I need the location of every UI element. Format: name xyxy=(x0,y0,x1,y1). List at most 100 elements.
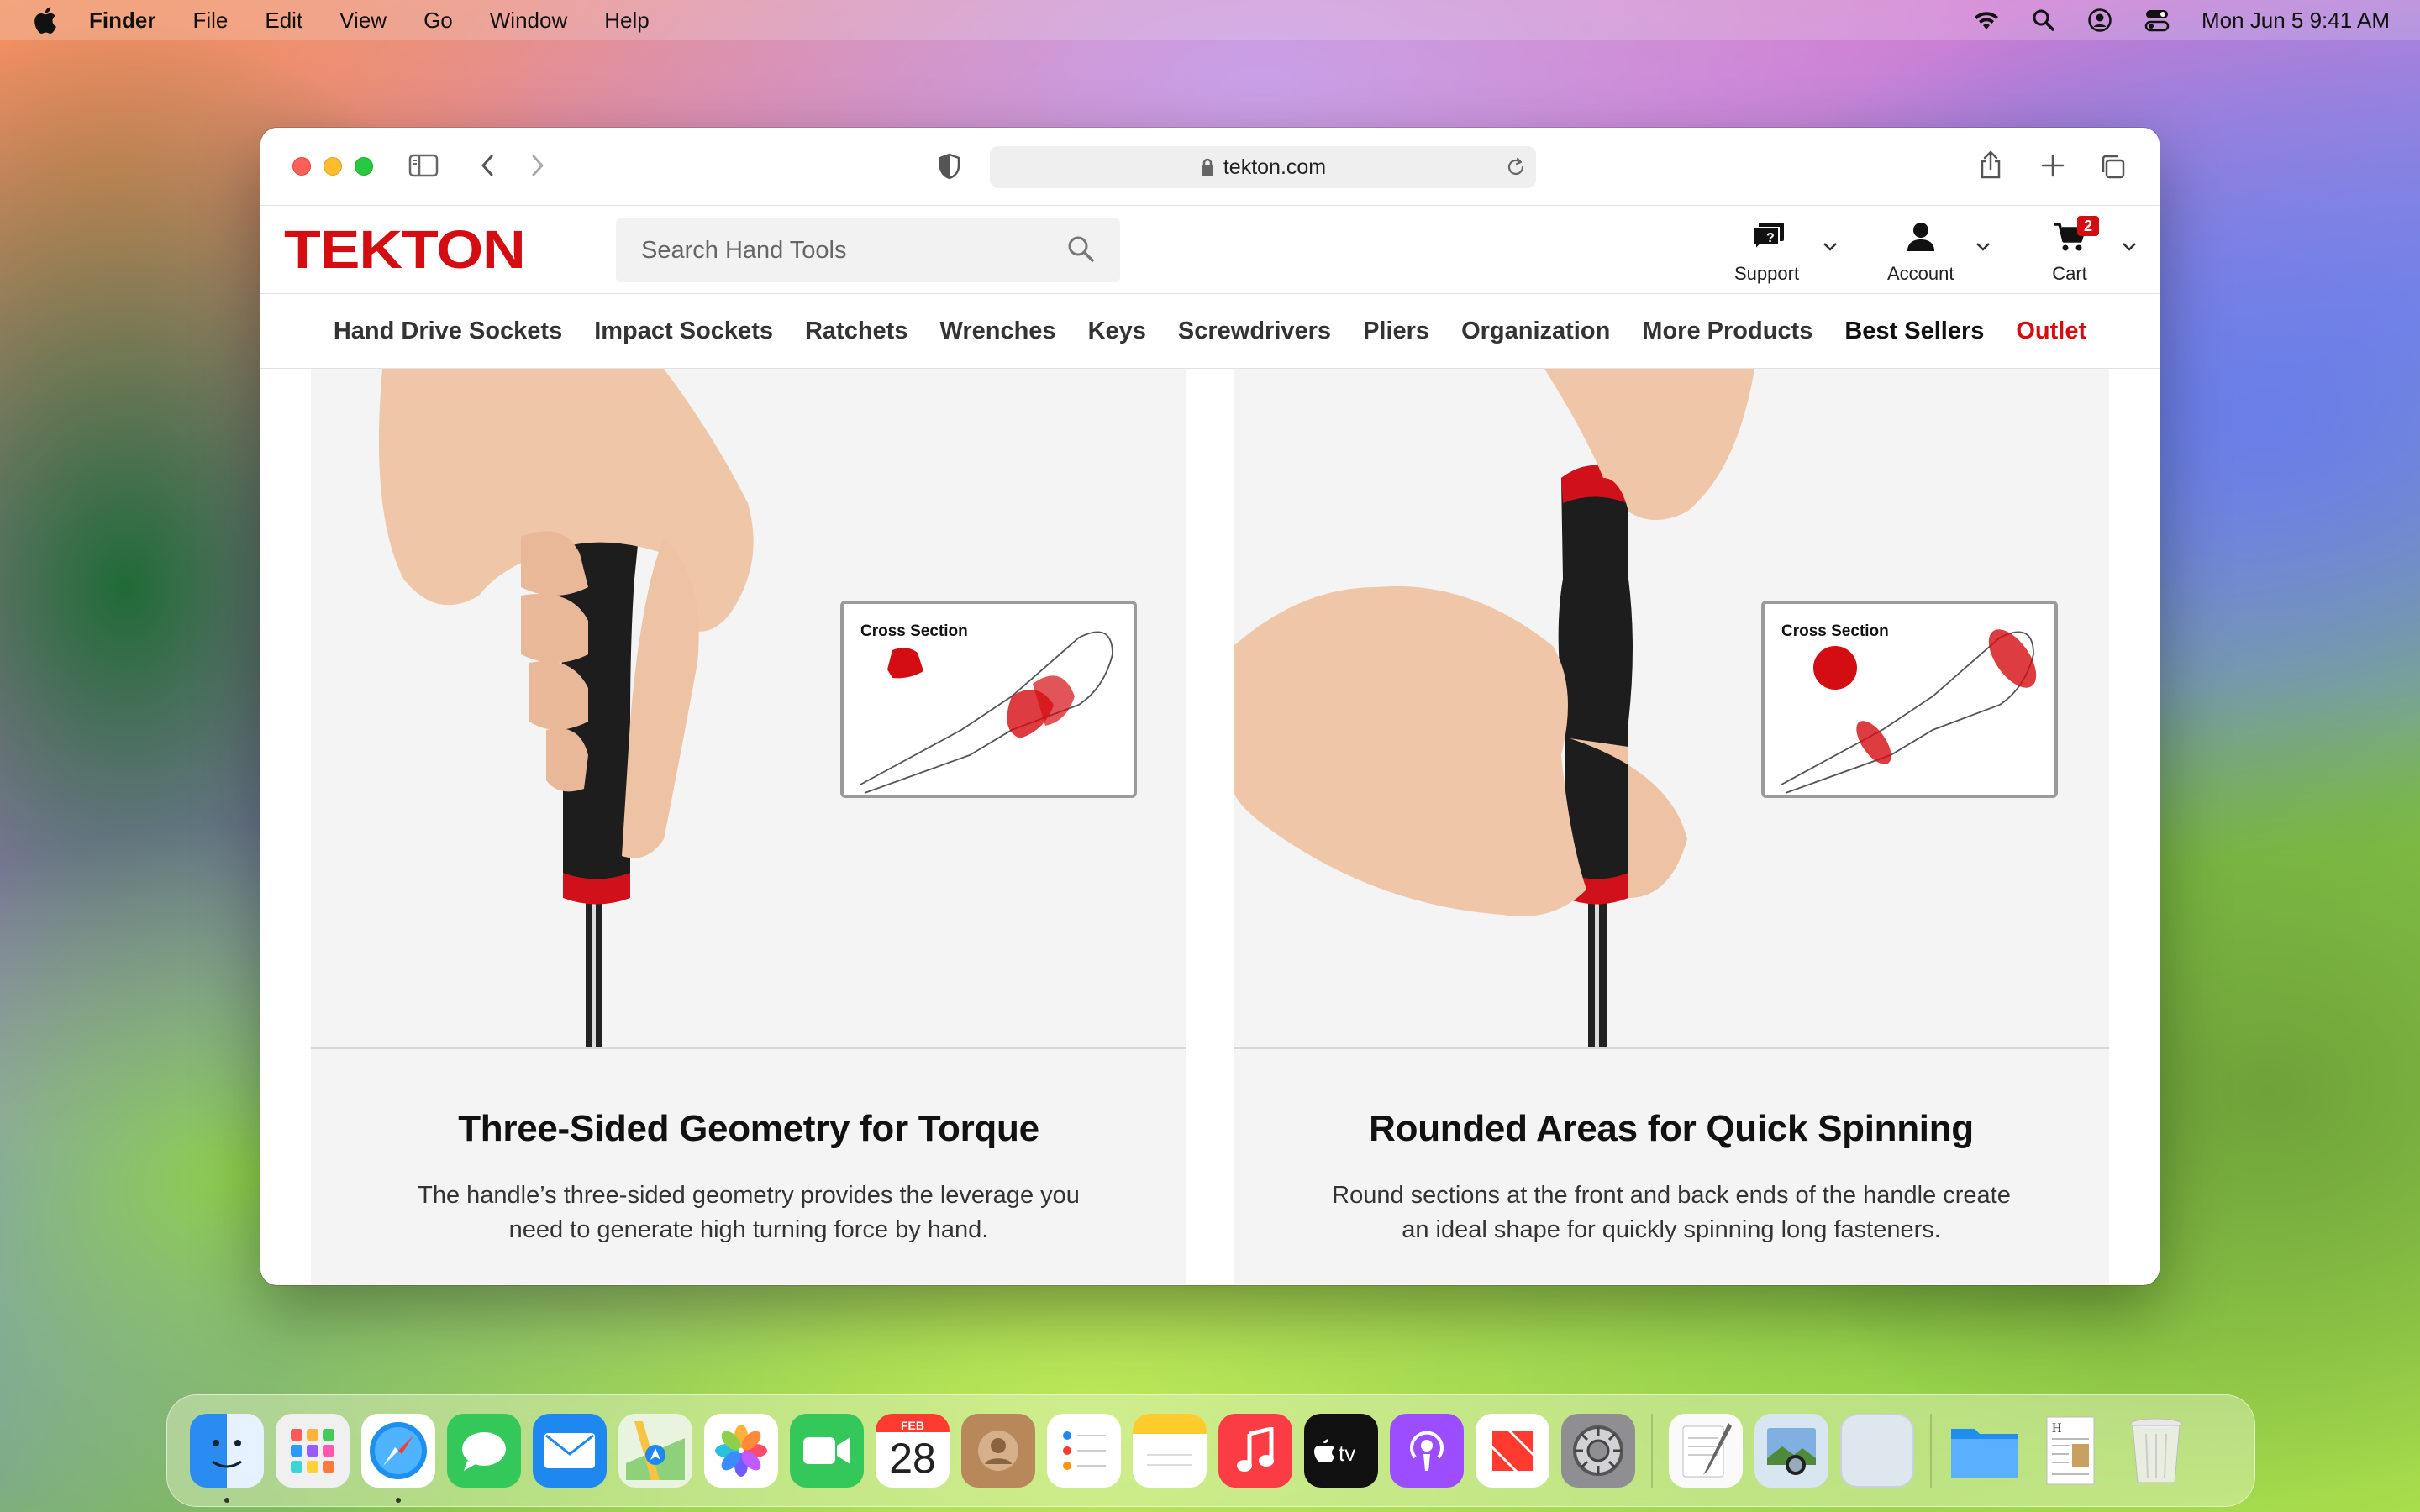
menu-help[interactable]: Help xyxy=(604,8,649,34)
minimize-window-button[interactable] xyxy=(324,157,342,176)
dock-podcasts-icon[interactable] xyxy=(1390,1414,1464,1488)
safari-window: tekton.com TEKTON ? Support xyxy=(260,128,2160,1285)
search-box[interactable] xyxy=(616,218,1120,282)
nav-outlet[interactable]: Outlet xyxy=(2016,318,2086,345)
dock-mail-icon[interactable] xyxy=(533,1414,607,1488)
lock-icon xyxy=(1200,157,1215,177)
back-icon[interactable] xyxy=(479,153,496,178)
dock-separator xyxy=(1930,1414,1932,1488)
round-cross-section-icon xyxy=(1781,629,2037,794)
control-center-icon[interactable] xyxy=(2144,8,2170,32)
dock-preview-icon[interactable] xyxy=(1754,1414,1828,1488)
dock-calendar-icon[interactable]: FEB 28 xyxy=(876,1414,950,1488)
menu-app-name[interactable]: Finder xyxy=(89,8,155,34)
nav-pliers[interactable]: Pliers xyxy=(1363,318,1429,345)
nav-best-sellers[interactable]: Best Sellers xyxy=(1844,318,1984,345)
svg-text:tv: tv xyxy=(1339,1441,1355,1466)
menu-window[interactable]: Window xyxy=(490,8,567,34)
dock-separator xyxy=(1651,1414,1653,1488)
page-content: Cross Section Three-Sided Geometry for T… xyxy=(260,369,2160,1284)
calendar-month: FEB xyxy=(901,1419,924,1432)
support-chevron-down-icon[interactable] xyxy=(1822,241,1839,257)
feature-body: The handle’s three-sided geometry provid… xyxy=(418,1182,1080,1243)
search-icon[interactable] xyxy=(1066,234,1095,267)
menu-file[interactable]: File xyxy=(192,8,228,34)
nav-hand-drive-sockets[interactable]: Hand Drive Sockets xyxy=(334,318,562,345)
nav-impact-sockets[interactable]: Impact Sockets xyxy=(594,318,773,345)
nav-screwdrivers[interactable]: Screwdrivers xyxy=(1178,318,1331,345)
menubar-clock[interactable]: Mon Jun 5 9:41 AM xyxy=(2202,8,2390,34)
nav-wrenches[interactable]: Wrenches xyxy=(939,318,1055,345)
account-menu[interactable]: Account xyxy=(1887,221,1954,285)
dock-safari-icon[interactable] xyxy=(361,1414,435,1503)
browser-toolbar: tekton.com xyxy=(260,128,2160,206)
menu-view[interactable]: View xyxy=(339,8,387,34)
feature-title: Rounded Areas for Quick Spinning xyxy=(1369,1108,1974,1149)
account-chevron-down-icon[interactable] xyxy=(1975,241,1991,257)
svg-text:?: ? xyxy=(1766,231,1775,245)
cart-chevron-down-icon[interactable] xyxy=(2121,241,2138,257)
dock-system-settings-icon[interactable] xyxy=(1561,1414,1635,1488)
dock-contacts-icon[interactable] xyxy=(961,1414,1035,1488)
dock-folder-icon[interactable] xyxy=(1948,1414,2022,1488)
cart-label: Cart xyxy=(2052,263,2087,284)
triangular-cross-section-icon xyxy=(860,631,1113,794)
tab-overview-icon[interactable] xyxy=(2099,153,2126,180)
dock-photos-icon[interactable] xyxy=(704,1414,778,1488)
apple-menu-icon[interactable] xyxy=(30,6,59,34)
sidebar-toggle-icon[interactable] xyxy=(408,153,439,178)
menu-bar: Finder File Edit View Go Window Help Mon… xyxy=(0,0,2420,40)
nav-ratchets[interactable]: Ratchets xyxy=(805,318,908,345)
forward-icon[interactable] xyxy=(529,153,546,178)
share-icon[interactable] xyxy=(1978,150,2003,180)
cross-section-diagram: Cross Section xyxy=(1761,601,2058,798)
dock-notes-icon[interactable] xyxy=(1133,1414,1207,1488)
nav-keys[interactable]: Keys xyxy=(1088,318,1146,345)
zoom-window-button[interactable] xyxy=(355,157,373,176)
reload-icon[interactable] xyxy=(1506,156,1526,184)
dock-document-icon[interactable]: H xyxy=(2033,1414,2107,1488)
feature-card-torque: Cross Section Three-Sided Geometry for T… xyxy=(311,369,1186,1284)
dock-maps-icon[interactable] xyxy=(618,1414,692,1488)
cart-count-badge: 2 xyxy=(2077,216,2099,236)
account-person-icon xyxy=(1904,221,1938,258)
support-menu[interactable]: ? Support xyxy=(1734,221,1799,285)
menu-edit[interactable]: Edit xyxy=(265,8,302,34)
calendar-day: 28 xyxy=(889,1435,936,1482)
dock-facetime-icon[interactable] xyxy=(790,1414,864,1488)
nav-organization[interactable]: Organization xyxy=(1461,318,1610,345)
support-label: Support xyxy=(1734,263,1800,284)
wifi-icon[interactable] xyxy=(1973,9,2000,31)
dock: FEB 28 tv H xyxy=(166,1394,2255,1507)
running-indicator xyxy=(396,1498,401,1503)
tekton-logo[interactable]: TEKTON xyxy=(284,218,526,281)
dock-finder-icon[interactable] xyxy=(190,1414,264,1503)
running-indicator xyxy=(224,1498,229,1503)
search-input[interactable] xyxy=(641,236,1066,265)
nav-more-products[interactable]: More Products xyxy=(1642,318,1812,345)
dock-textedit-icon[interactable] xyxy=(1669,1414,1743,1488)
dock-trash-icon[interactable] xyxy=(2119,1414,2193,1488)
dock-blank-window-icon[interactable] xyxy=(1840,1414,1914,1488)
dock-tv-icon[interactable]: tv xyxy=(1304,1414,1378,1488)
dock-news-icon[interactable] xyxy=(1476,1414,1549,1488)
dock-launchpad-icon[interactable] xyxy=(276,1414,350,1488)
menu-go[interactable]: Go xyxy=(424,8,453,34)
dock-reminders-icon[interactable] xyxy=(1047,1414,1121,1488)
feature-title: Three-Sided Geometry for Torque xyxy=(458,1108,1039,1149)
svg-text:H: H xyxy=(2052,1421,2062,1436)
dock-messages-icon[interactable] xyxy=(447,1414,521,1488)
cart-icon: 2 xyxy=(2052,216,2099,258)
feature-card-spinning: Cross Section Rounded Areas for Quick Sp… xyxy=(1234,369,2109,1284)
privacy-shield-icon[interactable] xyxy=(938,153,961,180)
new-tab-icon[interactable] xyxy=(2040,153,2065,178)
close-window-button[interactable] xyxy=(292,157,311,176)
user-account-icon[interactable] xyxy=(2087,8,2112,33)
spotlight-search-icon[interactable] xyxy=(2032,8,2055,32)
address-bar[interactable]: tekton.com xyxy=(990,146,1536,188)
dock-music-icon[interactable] xyxy=(1218,1414,1292,1488)
product-photo-grip: Cross Section xyxy=(311,369,1186,1049)
product-photo-spin: Cross Section xyxy=(1234,369,2109,1049)
main-nav: Hand Drive Sockets Impact Sockets Ratche… xyxy=(260,294,2160,369)
cart-menu[interactable]: 2 Cart xyxy=(2052,216,2099,285)
